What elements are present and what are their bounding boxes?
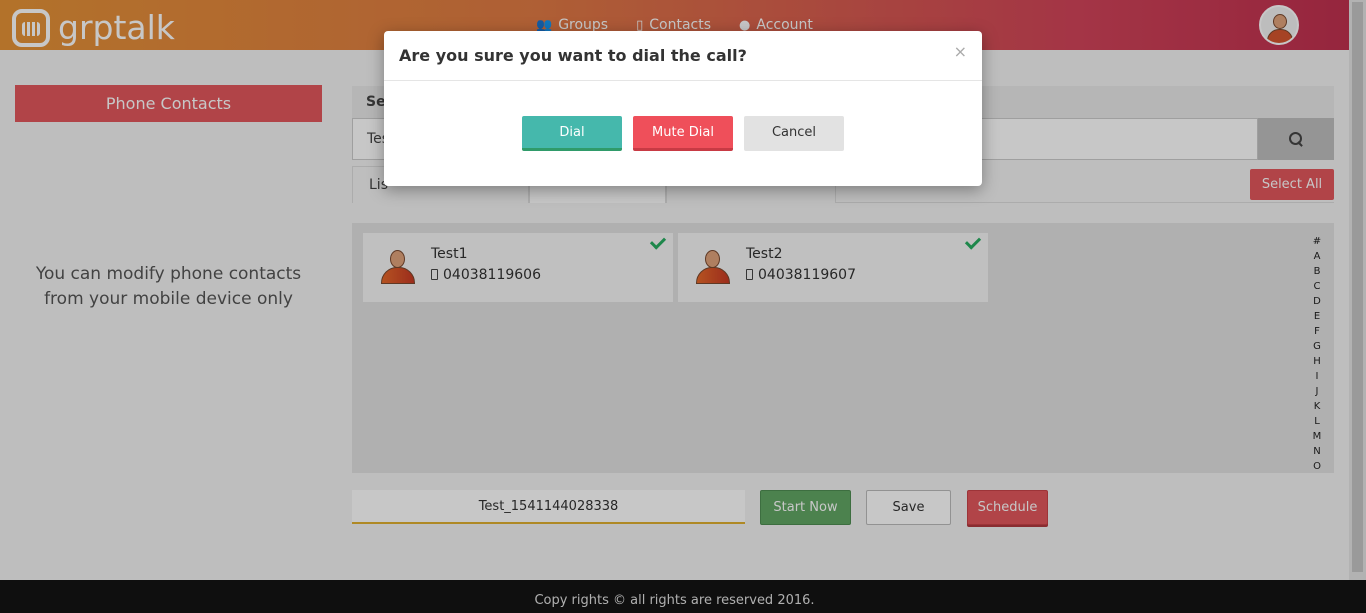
close-icon[interactable]: × <box>954 42 967 61</box>
dial-confirm-modal: Are you sure you want to dial the call? … <box>384 31 982 186</box>
cancel-button[interactable]: Cancel <box>744 116 844 151</box>
modal-header: Are you sure you want to dial the call? … <box>384 31 982 81</box>
dial-button[interactable]: Dial <box>522 116 622 151</box>
modal-title: Are you sure you want to dial the call? <box>399 46 747 65</box>
mute-dial-button[interactable]: Mute Dial <box>633 116 733 151</box>
